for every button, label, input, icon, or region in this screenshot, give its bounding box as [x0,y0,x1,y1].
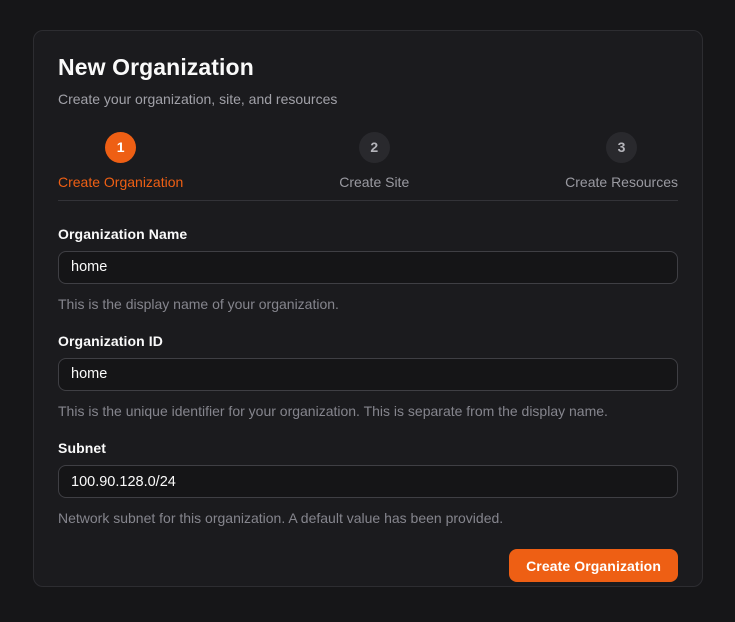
organization-id-input[interactable] [58,358,678,391]
step-label: Create Resources [565,174,678,190]
organization-id-label: Organization ID [58,333,678,349]
step-number-badge: 3 [606,132,637,163]
field-organization-name: Organization Name This is the display na… [58,226,678,313]
step-label: Create Organization [58,174,183,190]
stepper-step-create-resources[interactable]: 3 Create Resources [565,132,678,190]
organization-name-help: This is the display name of your organiz… [58,295,678,313]
page-title: New Organization [58,54,678,82]
organization-id-help: This is the unique identifier for your o… [58,402,678,420]
field-subnet: Subnet Network subnet for this organizat… [58,440,678,527]
organization-name-input[interactable] [58,251,678,284]
form-actions: Create Organization [58,549,678,582]
organization-name-label: Organization Name [58,226,678,242]
step-label: Create Site [339,174,409,190]
stepper-step-create-site[interactable]: 2 Create Site [339,132,409,190]
create-organization-button[interactable]: Create Organization [509,549,678,582]
step-number-badge: 1 [105,132,136,163]
step-number-badge: 2 [359,132,390,163]
stepper-step-create-organization[interactable]: 1 Create Organization [58,132,183,190]
subnet-help: Network subnet for this organization. A … [58,509,678,527]
page-subtitle: Create your organization, site, and reso… [58,90,678,108]
organization-form: Organization Name This is the display na… [58,226,678,583]
new-organization-card: New Organization Create your organizatio… [33,30,703,587]
wizard-stepper: 1 Create Organization 2 Create Site 3 Cr… [58,132,678,201]
subnet-label: Subnet [58,440,678,456]
field-organization-id: Organization ID This is the unique ident… [58,333,678,420]
subnet-input[interactable] [58,465,678,498]
